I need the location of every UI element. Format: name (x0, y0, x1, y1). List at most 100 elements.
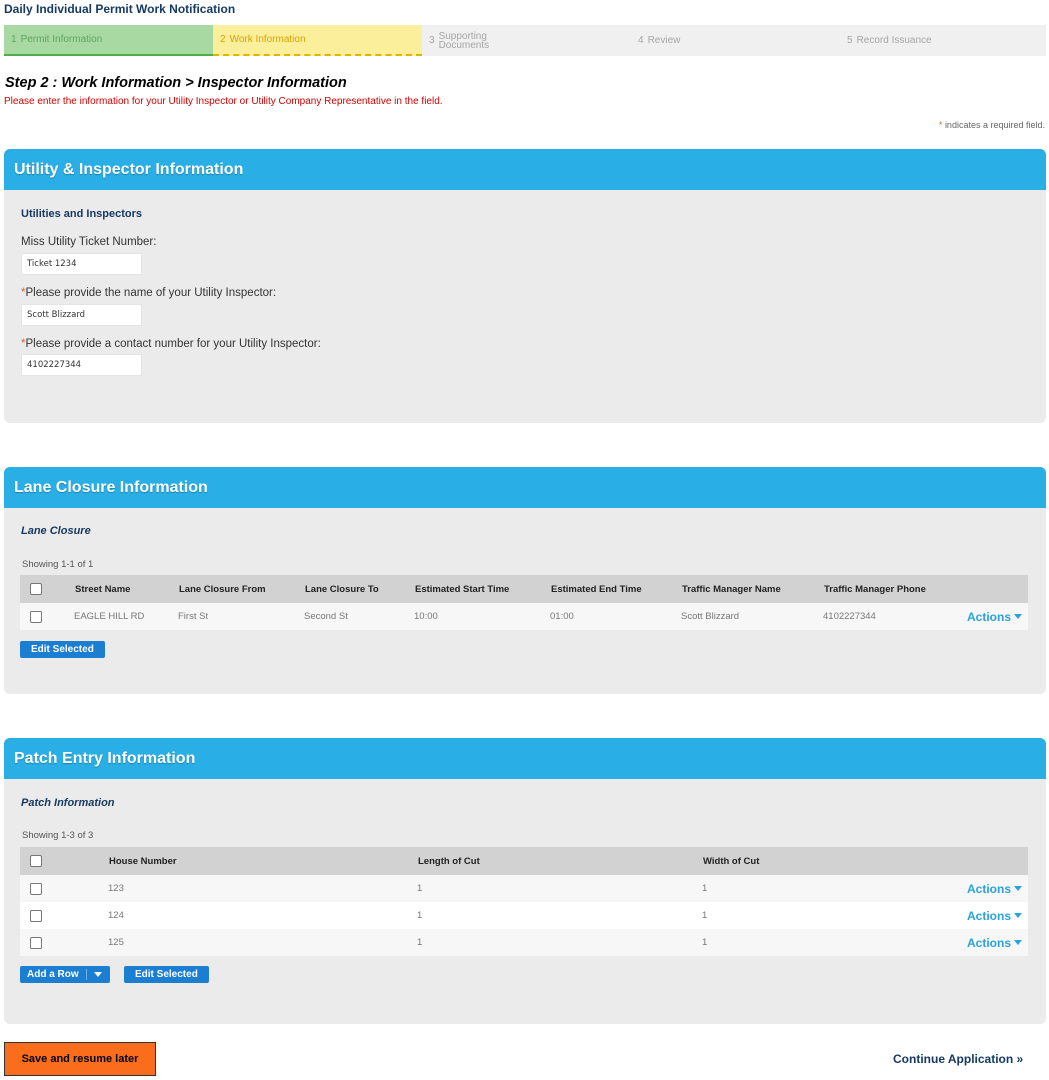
step-number: 5 (847, 35, 853, 46)
width-cell: 1 (702, 937, 708, 948)
patch-table: House Number Length of Cut Width of Cut … (20, 847, 1028, 956)
lane-to-cell: Second St (304, 611, 348, 622)
edit-selected-button[interactable]: Edit Selected (20, 641, 105, 658)
row-checkbox[interactable] (30, 909, 42, 922)
patch-entry-panel: Patch Entry Information Patch Informatio… (4, 738, 1046, 1024)
length-cell: 1 (417, 883, 423, 894)
select-all-checkbox[interactable] (30, 583, 42, 595)
step-number: 3 (429, 35, 435, 46)
inspector-phone-label-text: Please provide a contact number for your… (25, 338, 321, 350)
row-actions-menu[interactable]: Actions (967, 936, 1022, 950)
row-checkbox[interactable] (30, 936, 42, 949)
chevron-down-icon (1014, 913, 1022, 918)
step-label: Review (647, 35, 681, 46)
table-row: 125 1 1 Actions (20, 929, 1028, 956)
inspector-name-label: *Please provide the name of your Utility… (21, 287, 276, 299)
continue-application-link[interactable]: Continue Application » (893, 1052, 1023, 1066)
required-note-text: indicates a required field. (944, 120, 1045, 130)
utility-inspector-panel: Utility & Inspector Information Utilitie… (4, 149, 1046, 423)
house-number-cell: 123 (108, 883, 124, 894)
app-title: Daily Individual Permit Work Notificatio… (4, 2, 236, 16)
step-number: 2 (220, 34, 226, 45)
width-cell: 1 (702, 910, 708, 921)
step-record-issuance[interactable]: 5 Record Issuance (840, 25, 1049, 56)
step-label: Supporting Documents (438, 31, 490, 51)
add-row-button[interactable]: Add a Row (20, 966, 110, 983)
table-row: 124 1 1 Actions (20, 902, 1028, 929)
house-number-cell: 124 (108, 910, 124, 921)
lane-closure-table: Street Name Lane Closure From Lane Closu… (20, 575, 1028, 630)
step-supporting-documents[interactable]: 3 Supporting Documents (422, 25, 631, 56)
showing-count: Showing 1-3 of 3 (22, 830, 94, 841)
required-star: * (938, 120, 943, 130)
save-and-resume-button[interactable]: Save and resume later (4, 1042, 156, 1076)
inspector-name-label-text: Please provide the name of your Utility … (25, 287, 277, 299)
column-header[interactable]: House Number (109, 856, 418, 867)
row-actions-menu[interactable]: Actions (967, 882, 1022, 896)
width-cell: 1 (702, 883, 708, 894)
inspector-name-input[interactable]: Scott Blizzard (21, 304, 142, 326)
length-cell: 1 (417, 910, 423, 921)
row-checkbox[interactable] (30, 610, 42, 623)
actions-label: Actions (966, 609, 1011, 624)
traffic-manager-name-cell: Scott Blizzard (681, 611, 740, 622)
page-instructions: Please enter the information for your Ut… (4, 96, 443, 107)
column-header[interactable]: Traffic Manager Name (682, 584, 824, 595)
column-header[interactable]: Width of Cut (703, 856, 903, 867)
column-header[interactable]: Estimated Start Time (415, 584, 551, 595)
column-header[interactable]: Length of Cut (418, 856, 703, 867)
step-number: 4 (638, 35, 644, 46)
page-title: Step 2 : Work Information > Inspector In… (5, 75, 347, 91)
section-title: Utilities and Inspectors (21, 208, 143, 220)
showing-count: Showing 1-1 of 1 (22, 559, 94, 570)
inspector-phone-label: *Please provide a contact number for you… (21, 338, 321, 350)
street-name-cell: EAGLE HILL RD (74, 611, 145, 622)
start-time-cell: 10:00 (414, 611, 438, 622)
column-header[interactable]: Lane Closure To (305, 584, 415, 595)
actions-label: Actions (966, 881, 1011, 896)
chevron-down-icon (1014, 886, 1022, 891)
column-header[interactable]: Lane Closure From (179, 584, 305, 595)
section-title: Patch Information (21, 797, 115, 809)
house-number-cell: 125 (108, 937, 124, 948)
step-review[interactable]: 4 Review (631, 25, 840, 56)
lane-from-cell: First St (178, 611, 209, 622)
select-all-checkbox[interactable] (30, 855, 42, 867)
table-header: Street Name Lane Closure From Lane Closu… (20, 575, 1028, 603)
edit-selected-button[interactable]: Edit Selected (124, 966, 209, 983)
step-progress-bar: 1 Permit Information 2 Work Information … (4, 25, 1046, 56)
row-checkbox[interactable] (30, 882, 42, 895)
step-label: Record Issuance (856, 35, 932, 46)
row-actions-menu[interactable]: Actions (967, 909, 1022, 923)
required-field-note: * indicates a required field. (939, 120, 1045, 130)
actions-label: Actions (966, 908, 1011, 923)
actions-label: Actions (966, 935, 1011, 950)
step-label: Permit Information (20, 34, 103, 45)
chevron-down-icon (1014, 940, 1022, 945)
panel-title: Utility & Inspector Information (4, 149, 1046, 190)
end-time-cell: 01:00 (550, 611, 574, 622)
step-work-information[interactable]: 2 Work Information (213, 25, 422, 56)
ticket-number-label: Miss Utility Ticket Number: (21, 236, 157, 248)
step-label: Work Information (229, 34, 306, 45)
panel-title: Patch Entry Information (4, 738, 1046, 779)
table-row: EAGLE HILL RD First St Second St 10:00 0… (20, 603, 1028, 630)
table-row: 123 1 1 Actions (20, 875, 1028, 902)
inspector-phone-input[interactable]: 4102227344 (21, 354, 142, 376)
add-row-dropdown[interactable] (87, 972, 110, 977)
column-header[interactable]: Traffic Manager Phone (824, 584, 954, 595)
table-header: House Number Length of Cut Width of Cut (20, 847, 1028, 875)
column-header[interactable]: Street Name (75, 584, 179, 595)
chevron-down-icon (94, 972, 103, 977)
traffic-manager-phone-cell: 4102227344 (823, 611, 876, 622)
panel-title: Lane Closure Information (4, 467, 1046, 508)
section-title: Lane Closure (21, 525, 91, 537)
add-row-label[interactable]: Add a Row (20, 969, 87, 980)
length-cell: 1 (417, 937, 423, 948)
row-actions-menu[interactable]: Actions (967, 610, 1022, 624)
column-header[interactable]: Estimated End Time (551, 584, 682, 595)
step-label-line2: Documents (438, 39, 490, 51)
step-number: 1 (11, 34, 17, 45)
step-permit-information[interactable]: 1 Permit Information (4, 25, 213, 56)
ticket-number-input[interactable]: Ticket 1234 (21, 253, 142, 275)
